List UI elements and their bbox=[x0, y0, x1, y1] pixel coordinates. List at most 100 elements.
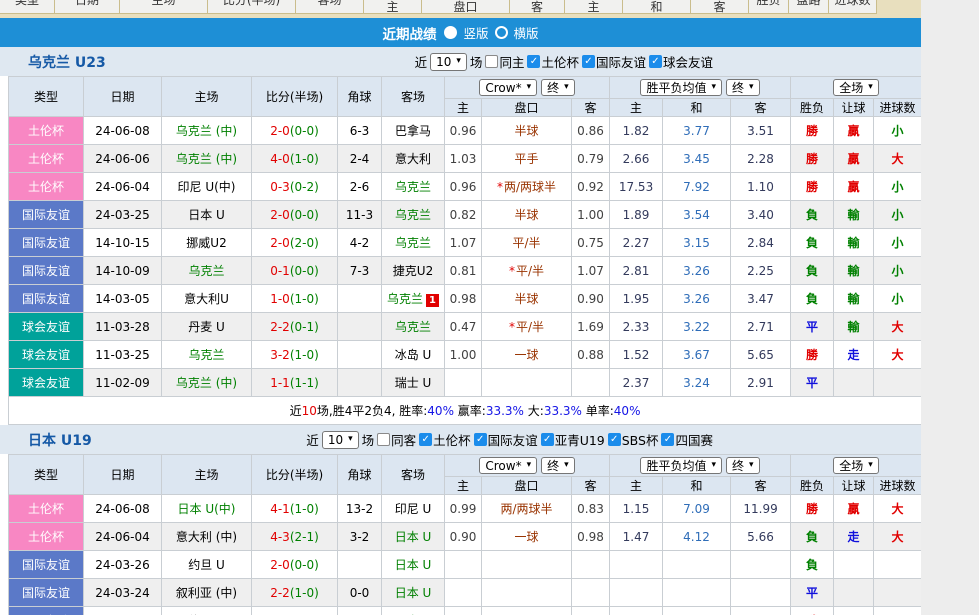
avg-odds-select[interactable]: 胜平负均值▾ bbox=[640, 457, 722, 474]
horizontal-layout-radio[interactable] bbox=[495, 26, 508, 39]
league-filter-checkbox[interactable]: ✓国际友谊 bbox=[474, 430, 538, 449]
league-cell: 土伦杯 bbox=[9, 117, 84, 145]
column-header: 比分(半场) bbox=[252, 455, 338, 495]
partial-column-header: 主场 bbox=[120, 0, 208, 14]
column-subheader: 盘口 bbox=[482, 477, 572, 495]
halftime-score: (1-0) bbox=[290, 348, 319, 362]
home-team-cell: 乌克兰 bbox=[162, 257, 252, 285]
score-cell: 0-3(0-2) bbox=[252, 173, 338, 201]
partial-column-label: 客场 bbox=[296, 0, 363, 8]
away-team-cell: 意大利 bbox=[382, 145, 445, 173]
home-team-name: 日本 U(中) bbox=[178, 502, 236, 516]
handicap-line-cell: *两/两球半 bbox=[482, 173, 572, 201]
date-cell: 11-03-25 bbox=[84, 341, 162, 369]
halftime-score: (2-1) bbox=[290, 530, 319, 544]
handicap-line-cell bbox=[482, 369, 572, 397]
away-team-cell: 日本 U bbox=[382, 523, 445, 551]
handicap-home-odds: 0.82 bbox=[445, 201, 482, 229]
odds-win: 1.52 bbox=[610, 341, 663, 369]
match-filters: 近10▾场同客✓土伦杯✓国际友谊✓亚青U19✓SBS杯✓四国赛 bbox=[306, 430, 713, 449]
same-venue-checkbox[interactable]: 同客 bbox=[377, 430, 416, 449]
partial-column-header: 客场 bbox=[296, 0, 364, 14]
result-cell: 勝 bbox=[791, 607, 834, 615]
odds-time-select[interactable]: 终▾ bbox=[541, 79, 575, 96]
goals-result-cell: 大 bbox=[874, 341, 921, 369]
league-cell: 球会友谊 bbox=[9, 313, 84, 341]
corner-cell: 6-3 bbox=[338, 117, 382, 145]
scope-select[interactable]: 全场▾ bbox=[833, 457, 879, 474]
checkbox-unchecked-icon bbox=[377, 433, 390, 446]
avg-time-select[interactable]: 终▾ bbox=[726, 79, 760, 96]
corner-cell: 2-4 bbox=[338, 145, 382, 173]
odds-time-select[interactable]: 终▾ bbox=[541, 457, 575, 474]
select-value: 10 bbox=[328, 433, 343, 447]
recent-count-select[interactable]: 10▾ bbox=[322, 431, 359, 449]
table-row: 国际友谊24-03-24叙利亚 (中)2-2(1-0)0-0日本 U平 bbox=[9, 579, 922, 607]
handicap-line: 一球 bbox=[514, 530, 538, 544]
away-team-cell: 乌克兰1 bbox=[382, 285, 445, 313]
handicap-result-cell: 輸 bbox=[834, 257, 874, 285]
column-subheader: 和 bbox=[663, 99, 731, 117]
partial-column-label: 主 bbox=[364, 0, 421, 14]
league-filter-checkbox[interactable]: ✓土伦杯 bbox=[527, 52, 579, 71]
home-team-name: 乌克兰 (中) bbox=[176, 124, 237, 138]
goals-result-cell bbox=[874, 607, 921, 615]
league-filter-checkbox[interactable]: ✓球会友谊 bbox=[649, 52, 713, 71]
table-row: 国际友谊14-03-05意大利U1-0(1-0)乌克兰10.98半球0.901.… bbox=[9, 285, 922, 313]
odds-source-select[interactable]: Crow*▾ bbox=[479, 457, 537, 474]
goals-result-cell bbox=[874, 369, 921, 397]
select-value: Crow* bbox=[485, 81, 521, 95]
odds-lose: 5.65 bbox=[731, 341, 791, 369]
column-header: 日期 bbox=[84, 77, 162, 117]
handicap-home-odds bbox=[445, 607, 482, 615]
odds-lose: 2.91 bbox=[731, 369, 791, 397]
checkbox-checked-icon: ✓ bbox=[649, 55, 662, 68]
odds-lose: 5.66 bbox=[731, 523, 791, 551]
recent-label: 近 bbox=[306, 430, 319, 449]
team-title: 乌克兰 U23 bbox=[28, 52, 106, 72]
odds-lose: 3.40 bbox=[731, 201, 791, 229]
handicap-line-cell: 半球 bbox=[482, 201, 572, 229]
table-row: 国际友谊14-10-15挪威U22-0(2-0)4-2乌克兰1.07平/半0.7… bbox=[9, 229, 922, 257]
column-header: 日期 bbox=[84, 455, 162, 495]
column-subheader: 主 bbox=[445, 477, 482, 495]
summary-segment: 大: bbox=[524, 404, 544, 418]
checkbox-checked-icon: ✓ bbox=[608, 433, 621, 446]
goals-result-cell bbox=[874, 551, 921, 579]
fulltime-score: 0-1 bbox=[270, 264, 290, 278]
handicap-line: 平/半 bbox=[516, 320, 544, 334]
handicap-away-odds bbox=[572, 579, 610, 607]
away-team-name: 乌克兰 bbox=[395, 208, 431, 222]
avg-time-select[interactable]: 终▾ bbox=[726, 457, 760, 474]
league-filter-checkbox[interactable]: ✓亚青U19 bbox=[541, 430, 605, 449]
select-value: Crow* bbox=[485, 459, 521, 473]
recent-count-select[interactable]: 10▾ bbox=[430, 53, 467, 71]
avg-odds-select[interactable]: 胜平负均值▾ bbox=[640, 79, 722, 96]
score-cell: 2-0(0-0) bbox=[252, 117, 338, 145]
odds-source-select[interactable]: Crow*▾ bbox=[479, 79, 537, 96]
away-team-name: 捷克U2 bbox=[393, 264, 433, 278]
select-value: 终 bbox=[547, 79, 559, 96]
table-row: 球会友谊11-03-28丹麦 U2-2(0-1)乌克兰0.47*平/半1.692… bbox=[9, 313, 922, 341]
home-team-name: 约旦 U bbox=[188, 558, 225, 572]
page-content: 类型日期主场比分(半场)客场主盘口客主和客胜负盘路进球数 近期战绩 竖版 横版 … bbox=[0, 0, 921, 615]
league-filter-checkbox[interactable]: ✓SBS杯 bbox=[608, 430, 659, 449]
league-filter-checkbox[interactable]: ✓土伦杯 bbox=[419, 430, 471, 449]
column-subheader: 进球数 bbox=[874, 99, 921, 117]
score-cell: 2-0(2-0) bbox=[252, 229, 338, 257]
home-team-cell: 乌克兰 bbox=[162, 341, 252, 369]
odds-lose: 2.28 bbox=[731, 145, 791, 173]
league-cell: 球会友谊 bbox=[9, 341, 84, 369]
column-header: 比分(半场) bbox=[252, 77, 338, 117]
same-venue-checkbox[interactable]: 同主 bbox=[485, 52, 524, 71]
scope-select[interactable]: 全场▾ bbox=[833, 79, 879, 96]
corner-cell: 2-6 bbox=[338, 173, 382, 201]
league-filter-checkbox[interactable]: ✓国际友谊 bbox=[582, 52, 646, 71]
result-cell: 平 bbox=[791, 313, 834, 341]
handicap-away-odds: 0.98 bbox=[572, 523, 610, 551]
league-filter-checkbox[interactable]: ✓四国赛 bbox=[661, 430, 713, 449]
checkbox-label: 四国赛 bbox=[675, 430, 713, 449]
handicap-away-odds: 0.75 bbox=[572, 229, 610, 257]
vertical-layout-radio[interactable] bbox=[444, 26, 457, 39]
handicap-home-odds: 0.98 bbox=[445, 285, 482, 313]
